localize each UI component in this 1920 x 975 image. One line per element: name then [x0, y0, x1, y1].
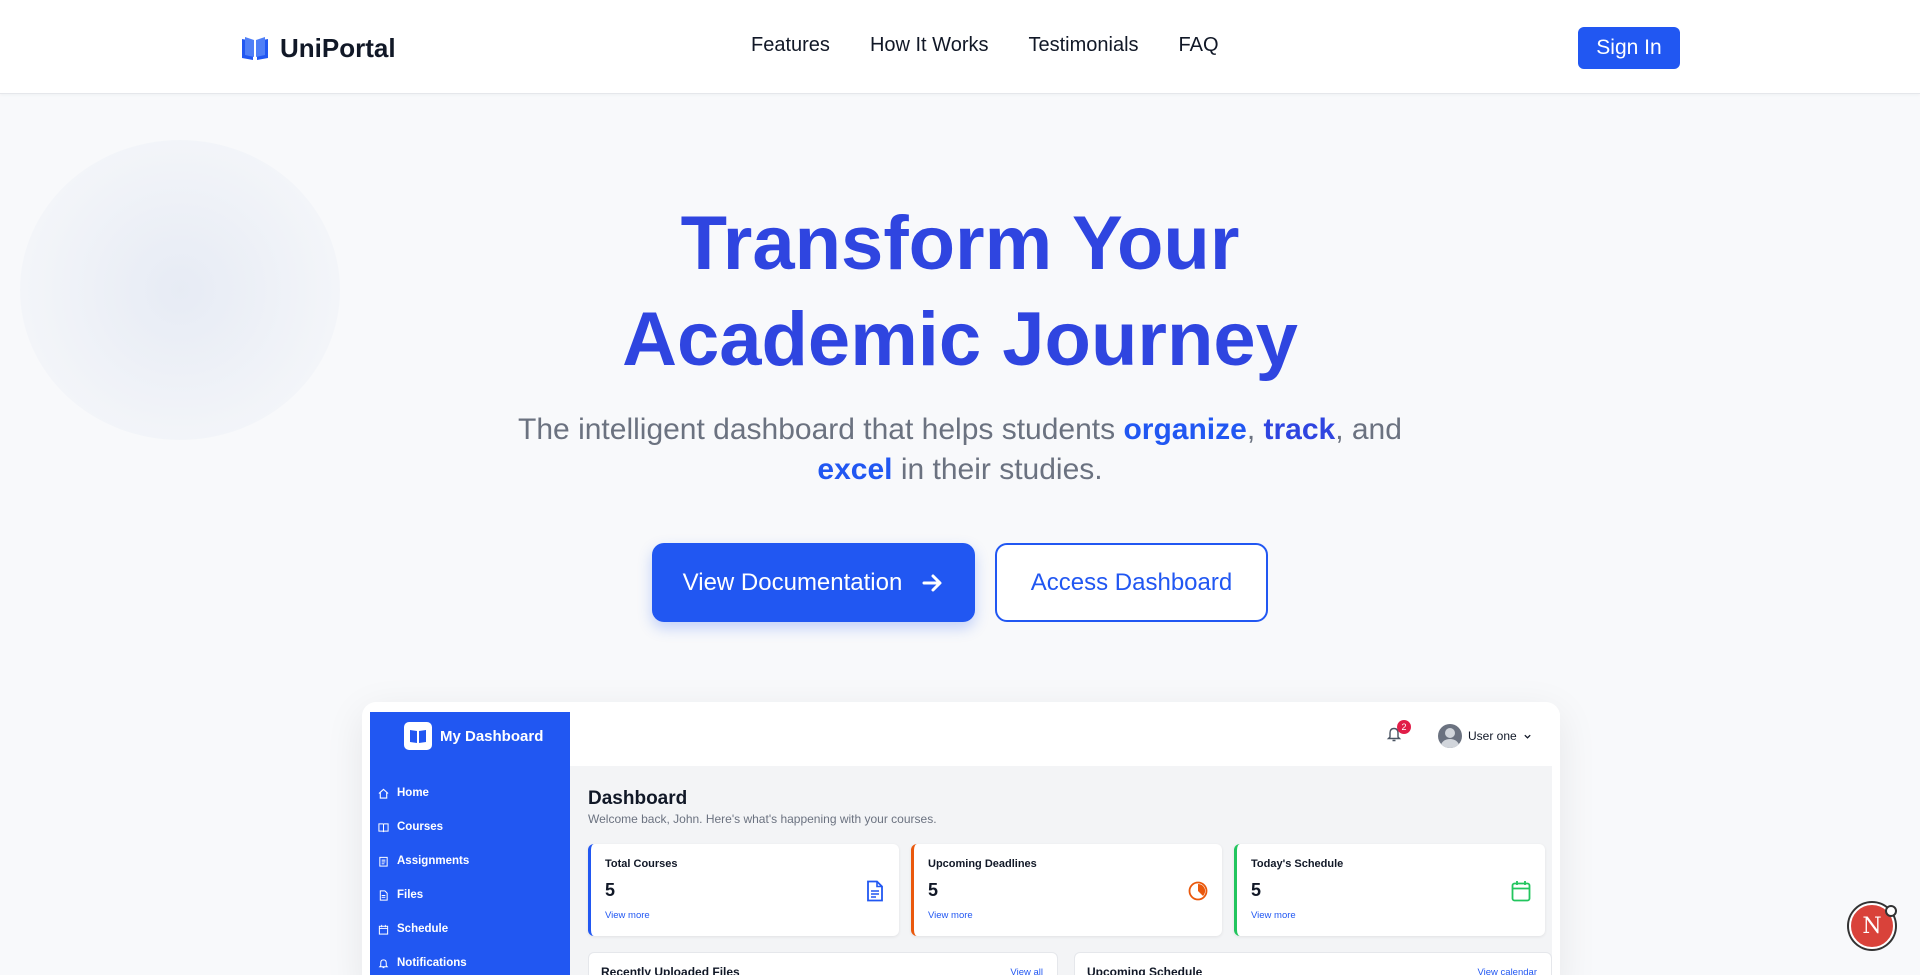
- preview-nav-notifications[interactable]: Notifications: [378, 946, 469, 975]
- top-navbar: UniPortal Features How It Works Testimon…: [0, 0, 1920, 94]
- card-view-more-link[interactable]: View more: [1251, 910, 1296, 921]
- card-upcoming-deadlines[interactable]: Upcoming Deadlines 5 View more: [911, 844, 1222, 936]
- preview-nav-label: Schedule: [397, 923, 449, 935]
- calendar-icon: [378, 924, 389, 935]
- clock-icon: [1188, 880, 1208, 902]
- hero-sub-comma: ,: [1246, 413, 1264, 446]
- preview-nav-label: Home: [397, 787, 429, 799]
- preview-nav-label: Courses: [397, 821, 444, 833]
- book-open-icon: [378, 822, 389, 832]
- card-title: Upcoming Deadlines: [928, 858, 1037, 870]
- card-total-courses[interactable]: Total Courses 5 View more: [588, 844, 899, 936]
- preview-nav-courses[interactable]: Courses: [378, 810, 469, 844]
- hero-title-line2: Academic Journey: [622, 297, 1298, 382]
- panel-title: Recently Uploaded Files: [601, 965, 740, 975]
- nav-link-testimonials[interactable]: Testimonials: [1028, 34, 1138, 57]
- home-icon: [378, 788, 389, 799]
- highlight-organize: organize: [1123, 413, 1247, 446]
- preview-nav-label: Assignments: [397, 855, 470, 867]
- card-view-more-link[interactable]: View more: [605, 910, 650, 921]
- card-title: Total Courses: [605, 858, 678, 870]
- panel-link[interactable]: View all: [1010, 967, 1043, 975]
- card-value: 5: [928, 880, 939, 900]
- notification-badge: 2: [1397, 720, 1411, 734]
- preview-nav-schedule[interactable]: Schedule: [378, 912, 469, 946]
- user-name: User one: [1468, 729, 1517, 743]
- avatar: [1438, 724, 1462, 748]
- brand-logo[interactable]: UniPortal: [240, 33, 396, 64]
- hero-title: Transform Your Academic Journey: [460, 196, 1460, 388]
- preview-brand[interactable]: My Dashboard: [404, 722, 543, 750]
- card-todays-schedule[interactable]: Today's Schedule 5 View more: [1234, 844, 1545, 936]
- preview-nav-label: Notifications: [397, 957, 467, 969]
- panel-title: Upcoming Schedule: [1087, 965, 1203, 975]
- book-icon: [242, 36, 268, 60]
- preview-brand-name: My Dashboard: [440, 727, 544, 745]
- view-documentation-label: View Documentation: [682, 568, 903, 596]
- file-icon: [379, 889, 388, 901]
- access-dashboard-button[interactable]: Access Dashboard: [995, 543, 1268, 622]
- view-documentation-button[interactable]: View Documentation: [652, 543, 975, 622]
- preview-welcome-text: Welcome back, John. Here's what's happen…: [588, 812, 937, 826]
- card-view-more-link[interactable]: View more: [928, 910, 973, 921]
- panel-upcoming-schedule: Upcoming Schedule View calendar: [1074, 952, 1552, 975]
- nav-link-how-it-works[interactable]: How It Works: [870, 34, 989, 57]
- panel-link[interactable]: View calendar: [1477, 967, 1537, 975]
- card-value: 5: [1251, 880, 1262, 900]
- hero-sub-text-3: in their studies.: [892, 453, 1103, 486]
- main-nav: Features How It Works Testimonials FAQ: [751, 34, 1219, 57]
- hero-title-line1: Transform Your: [680, 201, 1240, 286]
- dashboard-preview: My Dashboard Home Courses Assignments Fi…: [362, 702, 1560, 975]
- preview-topbar: [570, 712, 1560, 766]
- arrow-right-icon: [922, 574, 942, 591]
- highlight-excel: excel: [817, 453, 893, 486]
- hero-sub-text-2: , and: [1335, 413, 1402, 446]
- panel-recent-files: Recently Uploaded Files View all: [588, 952, 1058, 975]
- chevron-down-icon: [1524, 734, 1531, 739]
- nav-link-faq[interactable]: FAQ: [1179, 34, 1219, 57]
- document-icon: [865, 880, 885, 902]
- clipboard-icon: [379, 856, 388, 867]
- card-title: Today's Schedule: [1251, 858, 1344, 870]
- preview-sidebar: My Dashboard Home Courses Assignments Fi…: [370, 712, 570, 975]
- hero-subtitle: The intelligent dashboard that helps stu…: [460, 410, 1460, 490]
- background-blob: [20, 140, 340, 440]
- user-menu[interactable]: User one: [1438, 724, 1532, 748]
- preview-main: Dashboard Welcome back, John. Here's wha…: [570, 766, 1552, 975]
- status-dot: [1885, 905, 1897, 917]
- preview-nav-home[interactable]: Home: [378, 776, 469, 810]
- nav-link-features[interactable]: Features: [751, 34, 830, 57]
- calendar-icon: [1511, 880, 1531, 902]
- preview-logo-box: [404, 722, 432, 750]
- highlight-track: track: [1263, 413, 1336, 446]
- preview-nav: Home Courses Assignments Files Schedule …: [378, 776, 469, 975]
- preview-nav-files[interactable]: Files: [378, 878, 469, 912]
- hero-sub-text-1: The intelligent dashboard that helps stu…: [518, 413, 1124, 446]
- card-value: 5: [605, 880, 616, 900]
- book-icon: [410, 730, 426, 743]
- preview-nav-assignments[interactable]: Assignments: [378, 844, 469, 878]
- bell-icon: [378, 958, 389, 968]
- preview-nav-label: Files: [397, 889, 424, 901]
- preview-page-title: Dashboard: [588, 788, 688, 809]
- brand-name: UniPortal: [280, 33, 396, 63]
- sign-in-button[interactable]: Sign In: [1578, 27, 1680, 69]
